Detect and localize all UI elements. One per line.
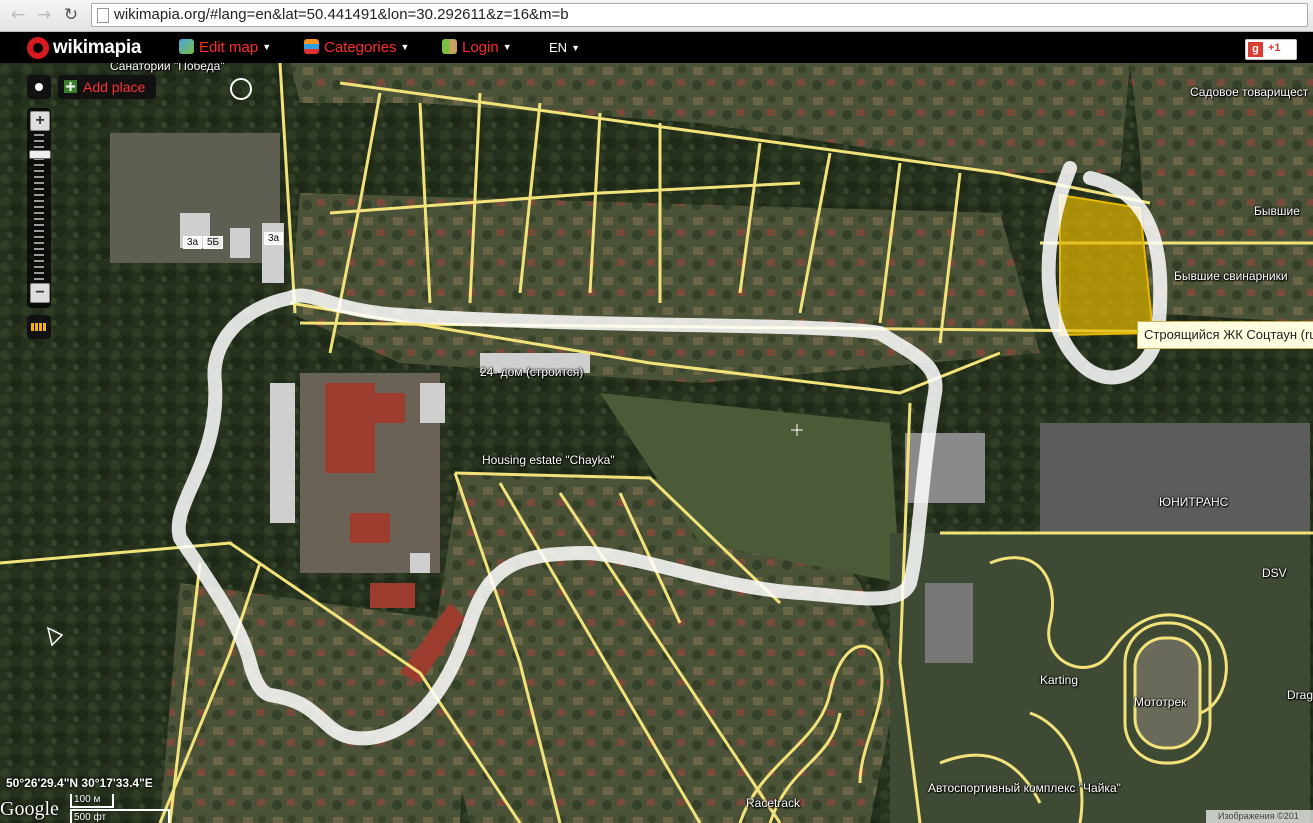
- scale-label-imperial: 500 фт: [74, 812, 107, 823]
- label-sanatorium[interactable]: Санатории "Победа": [110, 63, 225, 73]
- autosport-grounds: [890, 533, 1310, 823]
- center-circle-icon: [230, 78, 252, 100]
- url-input[interactable]: [114, 5, 1294, 24]
- logo-text: wikimapia: [53, 37, 142, 58]
- scale-label-metric: 100 м: [74, 794, 101, 805]
- add-place-label: Add place: [83, 79, 146, 95]
- label-building-3a-left[interactable]: 3a: [183, 236, 203, 249]
- google-logo: Google: [0, 798, 59, 820]
- label-autosport-complex[interactable]: Автоспортивный комплекс "Чайка": [928, 781, 1121, 795]
- add-place-icon: [64, 80, 77, 93]
- label-former-top[interactable]: Бывшие: [1254, 204, 1300, 218]
- zoom-out-button[interactable]: −: [30, 283, 50, 303]
- login-label: Login: [462, 39, 499, 56]
- label-drag[interactable]: Drag: [1287, 688, 1313, 702]
- label-dsv[interactable]: DSV: [1262, 566, 1287, 580]
- label-building-3a-right[interactable]: 3a: [264, 232, 284, 245]
- ruler-icon: [31, 323, 47, 331]
- arrow-right-icon[interactable]: →: [34, 5, 54, 25]
- place-tooltip: Строящийся ЖК Соцтаун (ru: [1137, 321, 1313, 349]
- chevron-down-icon: ▼: [502, 42, 512, 52]
- label-karting[interactable]: Karting: [1040, 673, 1078, 687]
- wikimapia-logo-icon: [27, 37, 49, 59]
- add-place-button[interactable]: Add place: [58, 75, 156, 99]
- page-icon: [97, 8, 109, 23]
- plus-one-label: +1: [1268, 42, 1281, 54]
- zoom-in-button[interactable]: +: [30, 111, 50, 131]
- ruler-button[interactable]: [27, 315, 51, 339]
- arrow-left-icon[interactable]: ←: [8, 5, 28, 25]
- browser-toolbar: ← → ↻: [0, 0, 1313, 32]
- label-housing-estate[interactable]: Housing estate "Chayka": [482, 453, 615, 467]
- edit-map-menu[interactable]: Edit map ▼: [179, 39, 271, 57]
- language-selector[interactable]: EN ▼: [549, 40, 580, 55]
- categories-menu[interactable]: Categories ▼: [304, 39, 409, 57]
- paddock-building: [925, 583, 973, 663]
- wikimapia-toolbar: wikimapia Edit map ▼ Categories ▼ Login ▼ E…: [0, 32, 1313, 63]
- label-building-5b[interactable]: 5Б: [203, 236, 224, 249]
- google-plus-one-button[interactable]: g +1: [1245, 39, 1297, 60]
- label-racetrack[interactable]: Racetrack: [746, 796, 800, 810]
- scale-bar: 100 м 500 фт: [68, 794, 170, 823]
- cursor-coordinates: 50°26'29.4"N 30°17'33.4"E: [6, 776, 153, 790]
- my-location-button[interactable]: [27, 75, 51, 99]
- chevron-down-icon: ▼: [571, 43, 580, 53]
- login-menu[interactable]: Login ▼: [442, 39, 512, 57]
- chevron-down-icon: ▼: [400, 42, 410, 52]
- garden-plots-middle: [290, 193, 1040, 383]
- zoom-control: + −: [27, 108, 51, 308]
- satellite-map[interactable]: [0, 63, 1313, 823]
- categories-icon: [304, 39, 319, 54]
- map-canvas[interactable]: Санатории "Победа" Садовое товарищест Бы…: [0, 63, 1313, 823]
- login-door-icon: [442, 39, 457, 54]
- google-plus-icon: g: [1248, 42, 1263, 57]
- chevron-down-icon: ▼: [262, 42, 272, 52]
- zoom-slider-handle[interactable]: [29, 150, 51, 159]
- label-unitrans[interactable]: ЮНИТРАНС: [1159, 495, 1228, 509]
- label-house-24[interactable]: 24- дом (строится): [480, 365, 583, 379]
- edit-map-label: Edit map: [199, 39, 259, 56]
- label-former-pigsties[interactable]: Бывшие свинарники: [1174, 269, 1288, 283]
- globe-pencil-icon: [179, 39, 194, 54]
- label-motortrack[interactable]: Мототрек: [1134, 695, 1186, 709]
- imagery-copyright: Изображения ©201: [1206, 810, 1313, 823]
- categories-label: Categories: [324, 39, 397, 56]
- address-bar[interactable]: [91, 3, 1308, 27]
- language-label: EN: [549, 40, 568, 55]
- reload-icon[interactable]: ↻: [61, 5, 81, 25]
- label-garden-society[interactable]: Садовое товарищест: [1190, 85, 1308, 99]
